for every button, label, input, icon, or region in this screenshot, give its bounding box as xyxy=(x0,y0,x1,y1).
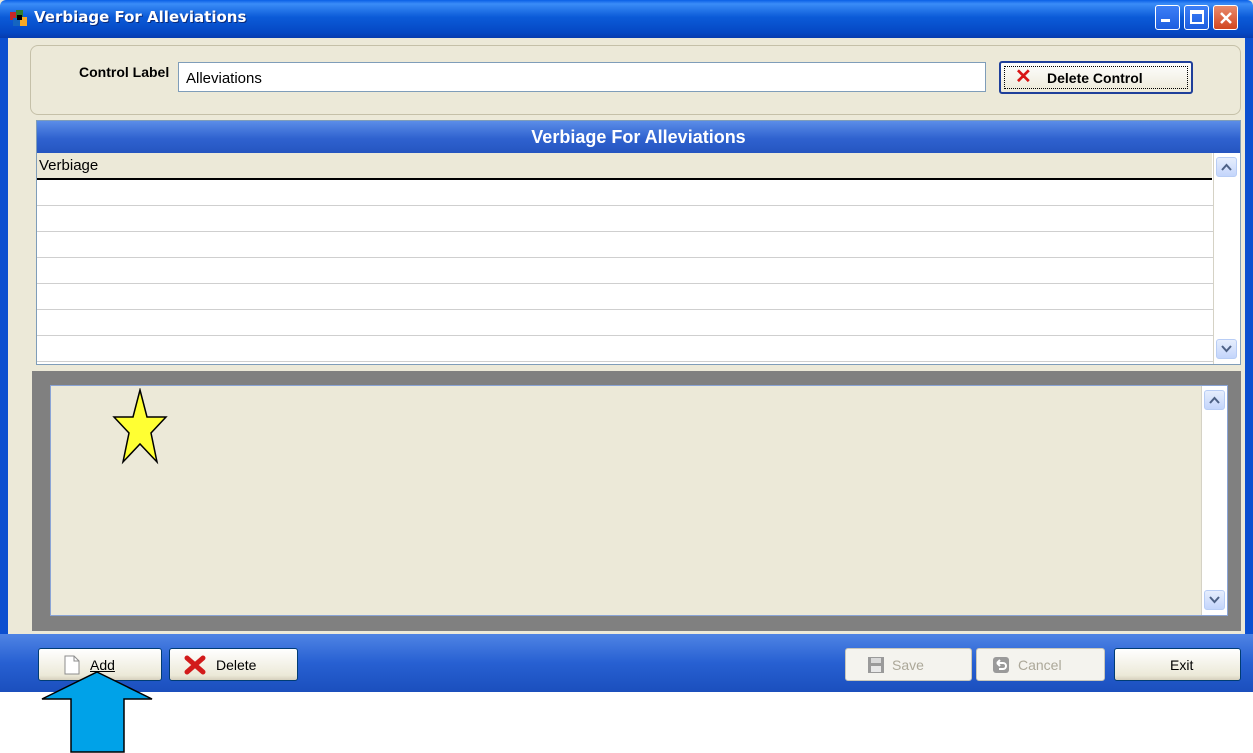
app-icon xyxy=(10,10,27,26)
table-row[interactable] xyxy=(37,232,1214,258)
table-row[interactable] xyxy=(37,258,1214,284)
minimize-button[interactable] xyxy=(1155,5,1180,30)
window-frame-right xyxy=(1245,38,1253,692)
bottom-toolbar: Add Delete Save Cancel Exit xyxy=(0,634,1253,692)
grid-scrollbar[interactable] xyxy=(1213,153,1240,364)
maximize-icon xyxy=(1190,10,1204,24)
verbiage-editor-frame xyxy=(32,371,1241,631)
chevron-down-icon xyxy=(1209,596,1220,604)
chevron-up-icon xyxy=(1221,163,1232,171)
scroll-down-button[interactable] xyxy=(1204,590,1225,610)
table-row[interactable] xyxy=(37,180,1214,206)
cancel-label: Cancel xyxy=(1018,657,1062,673)
app-window: Verbiage For Alleviations Control Label … xyxy=(0,0,1253,692)
exit-label: Exit xyxy=(1170,657,1194,673)
control-label-panel: Control Label Alleviations ✕ Delete Cont… xyxy=(30,45,1241,115)
chevron-down-icon xyxy=(1221,345,1232,353)
title-bar[interactable]: Verbiage For Alleviations xyxy=(0,0,1253,38)
arrow-up-annotation-icon xyxy=(41,671,153,753)
undo-icon xyxy=(993,657,1009,673)
grid-rows xyxy=(37,180,1214,362)
chevron-up-icon xyxy=(1209,396,1220,404)
verbiage-grid[interactable]: Verbiage For Alleviations Verbiage xyxy=(36,120,1241,365)
floppy-disk-icon xyxy=(868,657,884,673)
control-label-input[interactable]: Alleviations xyxy=(178,62,986,92)
grid-title: Verbiage For Alleviations xyxy=(37,121,1240,153)
delete-x-icon: ✕ xyxy=(1015,66,1032,88)
table-row[interactable] xyxy=(37,310,1214,336)
window-frame-left xyxy=(0,38,8,692)
text-area-scrollbar[interactable] xyxy=(1201,386,1227,615)
red-x-icon xyxy=(184,655,206,675)
maximize-button[interactable] xyxy=(1184,5,1209,30)
scroll-up-button[interactable] xyxy=(1204,390,1225,410)
delete-control-label: Delete Control xyxy=(1047,70,1143,86)
minimize-icon xyxy=(1161,19,1170,22)
delete-button[interactable]: Delete xyxy=(169,648,298,681)
scroll-down-button[interactable] xyxy=(1216,339,1237,359)
scroll-up-button[interactable] xyxy=(1216,157,1237,177)
table-row[interactable] xyxy=(37,284,1214,310)
table-row[interactable] xyxy=(37,206,1214,232)
control-label-caption: Control Label xyxy=(79,64,170,80)
delete-control-button[interactable]: ✕ Delete Control xyxy=(999,61,1193,94)
star-annotation-icon xyxy=(112,388,168,465)
exit-button[interactable]: Exit xyxy=(1114,648,1241,681)
save-button[interactable]: Save xyxy=(845,648,972,681)
delete-label: Delete xyxy=(216,657,257,673)
save-label: Save xyxy=(892,657,924,673)
close-icon xyxy=(1220,12,1232,24)
table-row[interactable] xyxy=(37,336,1214,362)
close-button[interactable] xyxy=(1213,5,1238,30)
column-header-verbiage[interactable]: Verbiage xyxy=(37,153,1212,180)
window-title: Verbiage For Alleviations xyxy=(34,8,247,26)
cancel-button[interactable]: Cancel xyxy=(976,648,1105,681)
verbiage-text-area[interactable] xyxy=(50,385,1228,616)
